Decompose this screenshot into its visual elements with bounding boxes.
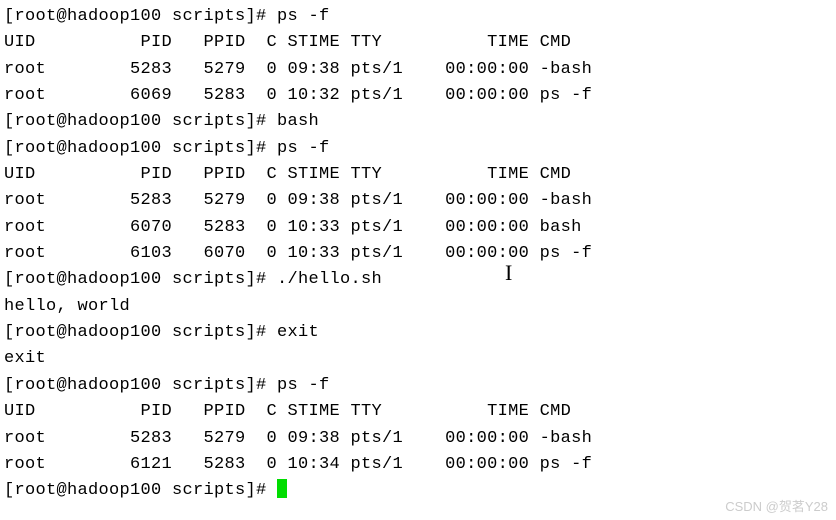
terminal-output[interactable]: [root@hadoop100 scripts]# ps -f UID PID … xyxy=(4,4,832,505)
ps-row: root 5283 5279 0 09:38 pts/1 00:00:00 -b… xyxy=(4,57,832,83)
shell-prompt: [root@hadoop100 scripts]# xyxy=(4,323,277,342)
shell-prompt: [root@hadoop100 scripts]# xyxy=(4,481,277,500)
command-text: ps -f xyxy=(277,376,330,395)
ps-row: root 5283 5279 0 09:38 pts/1 00:00:00 -b… xyxy=(4,188,832,214)
prompt-line: [root@hadoop100 scripts]# exit xyxy=(4,320,832,346)
prompt-line: [root@hadoop100 scripts]# ps -f xyxy=(4,136,832,162)
shell-prompt: [root@hadoop100 scripts]# xyxy=(4,139,277,158)
shell-prompt: [root@hadoop100 scripts]# xyxy=(4,112,277,131)
ps-row: root 5283 5279 0 09:38 pts/1 00:00:00 -b… xyxy=(4,426,832,452)
ps-header: UID PID PPID C STIME TTY TIME CMD xyxy=(4,162,832,188)
cursor-block xyxy=(277,479,287,498)
ps-row: root 6121 5283 0 10:34 pts/1 00:00:00 ps… xyxy=(4,452,832,478)
prompt-line: [root@hadoop100 scripts]# ./hello.sh xyxy=(4,267,832,293)
command-text: exit xyxy=(277,323,319,342)
ps-header: UID PID PPID C STIME TTY TIME CMD xyxy=(4,30,832,56)
shell-prompt: [root@hadoop100 scripts]# xyxy=(4,270,277,289)
command-text: bash xyxy=(277,112,319,131)
command-text: ps -f xyxy=(277,139,330,158)
ps-row: root 6103 6070 0 10:33 pts/1 00:00:00 ps… xyxy=(4,241,832,267)
watermark-text: CSDN @贺茗Y28 xyxy=(725,497,828,517)
ps-header: UID PID PPID C STIME TTY TIME CMD xyxy=(4,399,832,425)
shell-prompt: [root@hadoop100 scripts]# xyxy=(4,376,277,395)
prompt-line: [root@hadoop100 scripts]# ps -f xyxy=(4,373,832,399)
prompt-line: [root@hadoop100 scripts]# ps -f xyxy=(4,4,832,30)
ps-row: root 6070 5283 0 10:33 pts/1 00:00:00 ba… xyxy=(4,215,832,241)
prompt-line: [root@hadoop100 scripts]# xyxy=(4,478,832,504)
command-text: ./hello.sh xyxy=(277,270,382,289)
shell-prompt: [root@hadoop100 scripts]# xyxy=(4,7,277,26)
output-line: exit xyxy=(4,346,832,372)
command-text: ps -f xyxy=(277,7,330,26)
prompt-line: [root@hadoop100 scripts]# bash xyxy=(4,109,832,135)
output-line: hello, world xyxy=(4,294,832,320)
ps-row: root 6069 5283 0 10:32 pts/1 00:00:00 ps… xyxy=(4,83,832,109)
